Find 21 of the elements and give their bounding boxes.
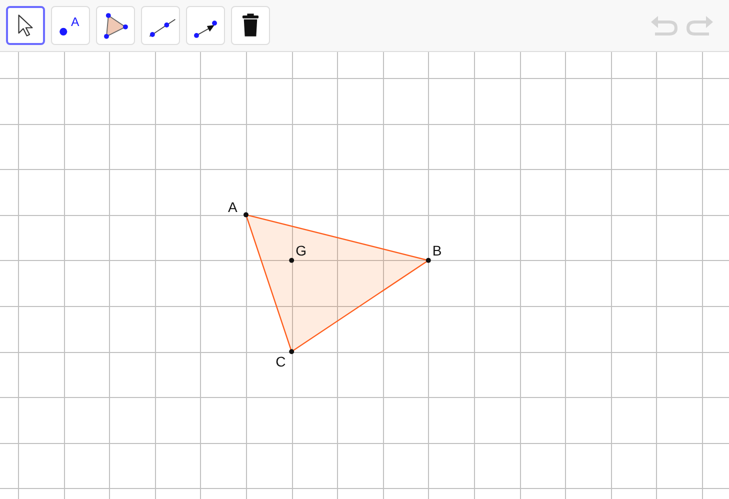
point-label: B bbox=[432, 242, 442, 258]
vector-icon bbox=[194, 20, 217, 38]
point-marker[interactable] bbox=[289, 349, 294, 354]
point-label: A bbox=[70, 14, 80, 29]
point-marker[interactable] bbox=[244, 212, 248, 218]
cursor-icon bbox=[18, 14, 33, 36]
triangle-icon bbox=[104, 13, 128, 39]
trash-icon bbox=[242, 14, 259, 36]
point-label: C bbox=[276, 354, 286, 370]
point-icon bbox=[60, 28, 68, 36]
line-tool-button[interactable] bbox=[141, 6, 180, 45]
point-label: G bbox=[296, 242, 306, 258]
point-tool-button[interactable]: A bbox=[51, 6, 90, 45]
vector-tool-button[interactable] bbox=[186, 6, 225, 45]
delete-tool-button[interactable] bbox=[231, 6, 270, 45]
polygon-tool-button[interactable] bbox=[96, 6, 135, 45]
move-tool-button[interactable] bbox=[6, 6, 45, 45]
line-icon bbox=[149, 18, 176, 37]
point-label: A bbox=[228, 198, 238, 215]
point-marker[interactable] bbox=[426, 258, 431, 263]
point-marker[interactable] bbox=[289, 258, 294, 263]
